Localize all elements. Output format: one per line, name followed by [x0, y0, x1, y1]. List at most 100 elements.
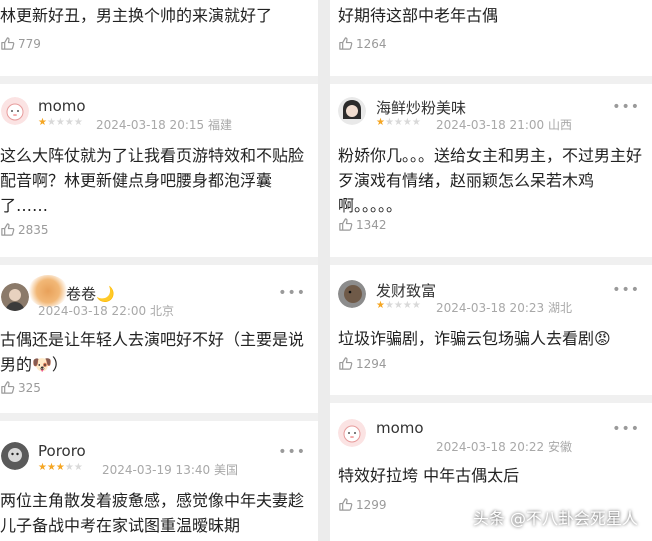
comment-datetime: 2024-03-19 13:40 — [102, 463, 211, 477]
avatar[interactable] — [338, 419, 366, 447]
more-options-button[interactable]: ••• — [612, 421, 640, 437]
avatar-image — [338, 280, 366, 308]
avatar[interactable] — [338, 97, 366, 125]
comment-location: 北京 — [149, 304, 174, 318]
thumbs-up-icon — [339, 37, 353, 50]
avatar[interactable] — [1, 97, 29, 125]
source-watermark: 头条 @不八卦会死星人 — [472, 509, 638, 528]
column-divider — [318, 0, 330, 541]
star-empty-icon: ★★★★ — [384, 117, 421, 128]
star-filled-icon: ★ — [376, 300, 385, 311]
like-button[interactable]: 325 — [0, 380, 41, 395]
star-empty-icon: ★★★★ — [46, 117, 83, 128]
comment-meta: 2024-03-18 21:00 山西 — [436, 116, 572, 133]
like-button[interactable]: 1294 — [338, 356, 387, 371]
like-count: 1342 — [356, 218, 387, 232]
comment-text: 特效好拉垮 中年古偶太后 — [338, 466, 520, 485]
comment-header: 卷卷🌙 2024-03-18 22:00 北京 ••• — [0, 275, 318, 323]
like-count: 1294 — [356, 357, 387, 371]
comment-text: 两位主角散发着疲惫感，感觉像中年夫妻趁儿子备战中考在家试图重温暧昧期 — [0, 491, 305, 535]
star-rating: ★★★★★ — [376, 117, 421, 129]
comment-datetime: 2024-03-18 21:00 — [436, 118, 545, 132]
avatar[interactable] — [1, 442, 29, 470]
comment-card: 卷卷🌙 2024-03-18 22:00 北京 ••• 古偶还是让年轻人去演吧好… — [0, 275, 318, 403]
avatar-image — [338, 97, 366, 125]
right-column: 好期待这部中老年古偶 1264 海鲜炒粉美味 ★★★★★ 2024-03-18 … — [330, 0, 652, 541]
avatar-image — [338, 419, 366, 447]
comment-header: 发财致富 ★★★★★ 2024-03-18 20:23 湖北 ••• — [330, 280, 652, 320]
comment-location: 湖北 — [547, 301, 572, 315]
comment-datetime: 2024-03-18 20:23 — [436, 301, 545, 315]
separator — [330, 257, 652, 265]
thumbs-up-icon — [1, 37, 15, 50]
like-count: 1264 — [356, 37, 387, 51]
like-button[interactable]: 1299 — [338, 497, 387, 512]
comment-datetime: 2024-03-18 22:00 — [38, 304, 147, 318]
like-count: 2835 — [18, 223, 49, 237]
separator — [0, 76, 318, 84]
separator — [330, 395, 652, 403]
username[interactable]: momo — [376, 419, 424, 437]
comment-meta: 2024-03-18 20:22 安徽 — [436, 438, 572, 455]
comment-card: 好期待这部中老年古偶 1264 — [330, 0, 652, 60]
comment-card: momo ★★★★★ 2024-03-18 20:15 福建 这么大阵仗就为了让… — [0, 97, 318, 247]
comment-header: Pororo ★★★★★ 2024-03-19 13:40 美国 ••• — [0, 442, 318, 482]
separator — [330, 76, 652, 84]
comment-datetime: 2024-03-18 20:15 — [96, 118, 205, 132]
username[interactable]: 发财致富 — [376, 280, 436, 301]
avatar-image — [1, 442, 29, 470]
comment-card: 林更新好丑，男主换个帅的来演就好了 779 — [0, 0, 318, 60]
comment-text: 粉娇你几。。。送给女主和男主，不过男主好歹演戏有情绪，赵丽颖怎么呆若木鸡啊。。。… — [338, 146, 643, 215]
comment-location: 山西 — [547, 118, 572, 132]
comment-text: 好期待这部中老年古偶 — [338, 6, 499, 25]
star-filled-icon: ★ — [38, 117, 47, 128]
comment-header: 海鲜炒粉美味 ★★★★★ 2024-03-18 21:00 山西 ••• — [330, 97, 652, 137]
comment-header: momo 2024-03-18 20:22 安徽 ••• — [330, 419, 652, 459]
comment-location: 安徽 — [547, 440, 572, 454]
thumbs-up-icon — [339, 218, 353, 231]
avatar[interactable] — [338, 280, 366, 308]
like-button[interactable]: 779 — [0, 36, 41, 51]
star-rating: ★★★★★ — [38, 117, 83, 129]
comment-meta: 2024-03-19 13:40 美国 — [102, 461, 238, 478]
comment-location: 美国 — [213, 463, 238, 477]
separator — [0, 413, 318, 421]
star-empty-icon: ★★ — [64, 462, 83, 473]
username[interactable]: Pororo — [38, 442, 86, 460]
comment-text: 林更新好丑，男主换个帅的来演就好了 — [0, 6, 273, 25]
username[interactable]: 卷卷🌙 — [66, 283, 115, 304]
like-button[interactable]: 1264 — [338, 36, 387, 51]
comment-card: 发财致富 ★★★★★ 2024-03-18 20:23 湖北 ••• 垃圾诈骗剧… — [330, 280, 652, 400]
star-rating: ★★★★★ — [38, 462, 83, 474]
comment-card: Pororo ★★★★★ 2024-03-19 13:40 美国 ••• 两位主… — [0, 442, 318, 541]
avatar-image — [1, 97, 29, 125]
more-options-button[interactable]: ••• — [278, 285, 306, 301]
like-button[interactable]: 2835 — [0, 222, 49, 237]
thumbs-up-icon — [1, 223, 15, 236]
avatar-image — [1, 283, 29, 311]
comment-meta: 2024-03-18 20:15 福建 — [96, 116, 232, 133]
more-options-button[interactable]: ••• — [612, 99, 640, 115]
comment-text: 垃圾诈骗剧，诈骗云包场骗人去看剧😡 — [338, 329, 611, 348]
comment-meta: 2024-03-18 22:00 北京 — [38, 302, 174, 319]
more-options-button[interactable]: ••• — [612, 282, 640, 298]
username[interactable]: 海鲜炒粉美味 — [376, 97, 466, 118]
like-count: 779 — [18, 37, 41, 51]
separator — [0, 257, 318, 265]
more-options-button[interactable]: ••• — [278, 444, 306, 460]
star-filled-icon: ★ — [376, 117, 385, 128]
star-filled-icon: ★★★ — [38, 462, 65, 473]
thumbs-up-icon — [1, 381, 15, 394]
star-empty-icon: ★★★★ — [384, 300, 421, 311]
comment-datetime: 2024-03-18 20:22 — [436, 440, 545, 454]
comment-text: 古偶还是让年轻人去演吧好不好（主要是说男的🐶） — [0, 330, 305, 374]
username[interactable]: momo — [38, 97, 86, 115]
comment-location: 福建 — [207, 118, 232, 132]
avatar[interactable] — [1, 283, 29, 311]
comment-meta: 2024-03-18 20:23 湖北 — [436, 299, 572, 316]
thumbs-up-icon — [339, 498, 353, 511]
like-button[interactable]: 1342 — [338, 217, 387, 232]
comment-header: momo ★★★★★ 2024-03-18 20:15 福建 — [0, 97, 318, 137]
comment-card: 海鲜炒粉美味 ★★★★★ 2024-03-18 21:00 山西 ••• 粉娇你… — [330, 97, 652, 247]
star-rating: ★★★★★ — [376, 300, 421, 312]
